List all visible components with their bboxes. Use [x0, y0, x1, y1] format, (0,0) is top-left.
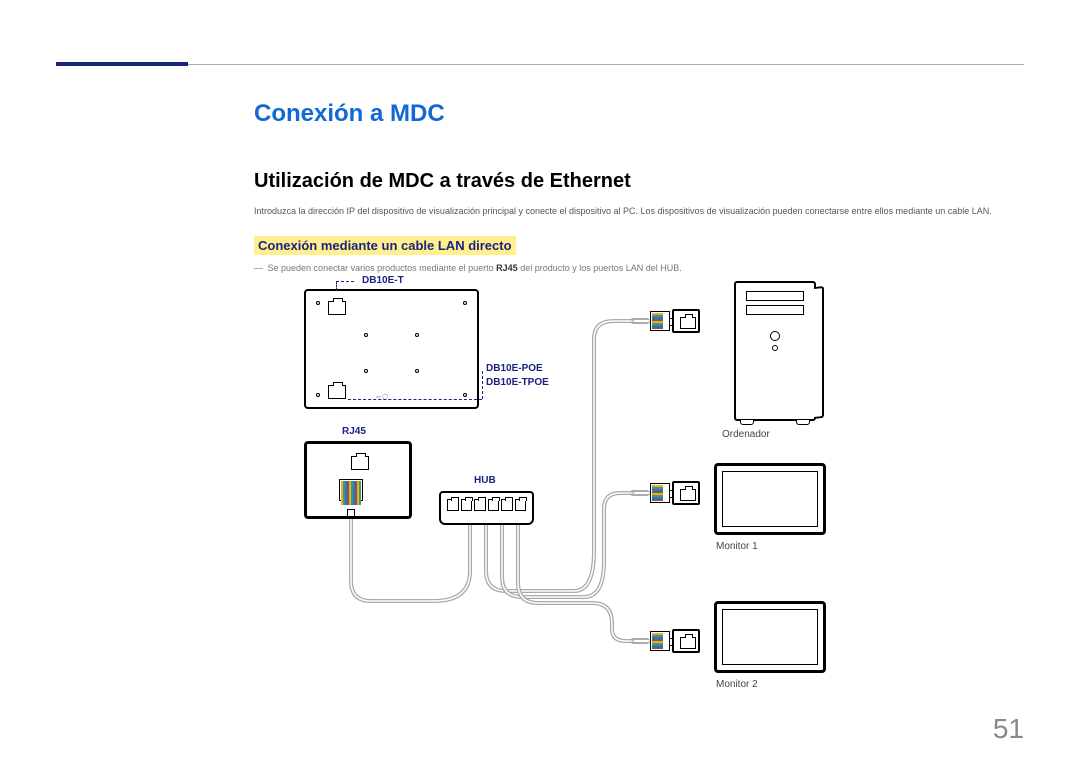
note-bold: RJ45	[496, 263, 518, 273]
product-back-panel: ⎓ ◯ ⋯	[304, 289, 479, 409]
header-tab-accent	[56, 62, 188, 66]
header-rule	[56, 64, 1024, 65]
callout-line	[348, 399, 482, 400]
callout-label-top: DB10E-T	[362, 275, 404, 286]
monitor-2	[714, 601, 826, 673]
screw-dot	[316, 301, 320, 305]
screw-dot	[415, 333, 419, 337]
hub-label: HUB	[474, 475, 496, 486]
screw-dot	[463, 301, 467, 305]
computer-tower	[734, 281, 816, 421]
rj45-label: RJ45	[342, 426, 366, 437]
note-line: ― Se pueden conectar varios productos me…	[264, 263, 1024, 273]
screw-dot	[415, 369, 419, 373]
callout-line	[336, 281, 337, 291]
product-port-top	[328, 301, 346, 315]
connection-diagram: ⎓ ◯ ⋯ DB10E-T DB10E-POE DB10E-TPOE RJ45 …	[254, 281, 1024, 711]
callout-line	[482, 371, 483, 399]
callout-label-bottom-2: DB10E-TPOE	[486, 377, 549, 388]
callout-line	[336, 281, 354, 282]
note-dash: ―	[254, 263, 265, 273]
lan-plug-to-monitor1	[630, 481, 700, 505]
note-text-b: del producto y los puertos LAN del HUB.	[518, 263, 682, 273]
callout-label-bottom-1: DB10E-POE	[486, 363, 543, 374]
monitor-1	[714, 463, 826, 535]
monitor2-label: Monitor 2	[716, 679, 758, 690]
screw-dot	[364, 369, 368, 373]
hub-device	[439, 491, 534, 525]
lan-plug-to-computer	[630, 309, 700, 333]
lan-plug-to-monitor2	[630, 629, 700, 653]
screw-dot	[364, 333, 368, 337]
note-text-a: Se pueden conectar varios productos medi…	[268, 263, 497, 273]
screw-dot	[463, 393, 467, 397]
screw-dot	[316, 393, 320, 397]
content-area: Conexión a MDC Utilización de MDC a trav…	[254, 100, 1024, 711]
rj45-top-port	[351, 456, 369, 470]
computer-label: Ordenador	[722, 429, 770, 440]
sub-title: Utilización de MDC a través de Ethernet	[254, 170, 1024, 193]
monitor1-label: Monitor 1	[716, 541, 758, 552]
intro-paragraph: Introduzca la dirección IP del dispositi…	[254, 205, 1024, 218]
section-title: Conexión a MDC	[254, 100, 1024, 128]
product-port-bottom	[328, 385, 346, 399]
lan-plug-down	[339, 479, 363, 511]
highlight-heading: Conexión mediante un cable LAN directo	[254, 236, 516, 255]
page-number: 51	[993, 713, 1024, 745]
